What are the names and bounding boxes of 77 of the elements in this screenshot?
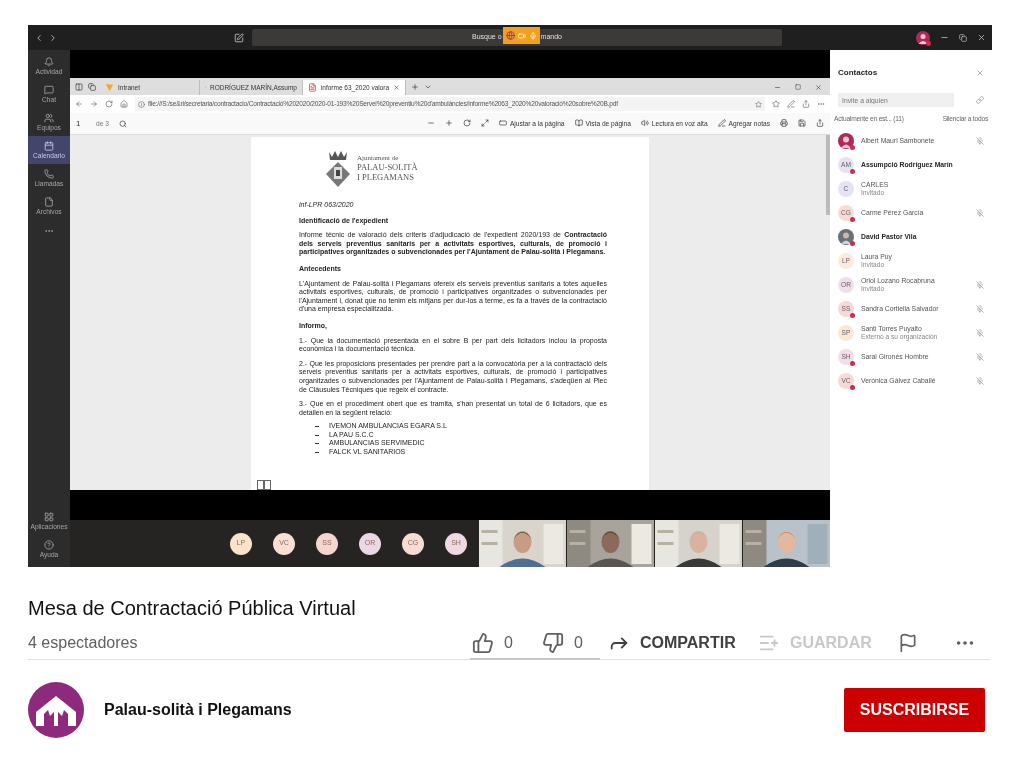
- thumbs-down-icon: [542, 631, 564, 654]
- list-dash: [315, 452, 319, 454]
- print-icon[interactable]: [780, 119, 788, 128]
- thumbs-up-icon: [472, 631, 494, 654]
- mic-off-icon: [976, 208, 984, 217]
- mic-off-icon: [976, 280, 984, 289]
- forward-icon[interactable]: [48, 32, 58, 43]
- pen-icon[interactable]: [787, 100, 795, 108]
- page-thumbnail-icon: [257, 480, 271, 490]
- restore-icon[interactable]: [959, 33, 967, 42]
- people-icon: [44, 112, 54, 123]
- page-number-field[interactable]: 1: [76, 117, 88, 130]
- chat-icon: [44, 84, 54, 95]
- tabs-aside-icon[interactable]: [88, 83, 96, 91]
- camera-icon: [517, 31, 526, 40]
- back-icon[interactable]: [75, 100, 83, 108]
- browser-icon: [505, 31, 515, 40]
- mic-off-icon: [976, 136, 984, 145]
- channel-name[interactable]: Palau-solità i Plegamans: [104, 698, 292, 722]
- like-button[interactable]: 0: [472, 630, 542, 655]
- close-icon[interactable]: [815, 84, 822, 91]
- channel-logo[interactable]: [28, 682, 84, 738]
- mic-off-icon: [976, 304, 984, 313]
- list-dash: [315, 443, 319, 445]
- info-icon: [138, 100, 145, 108]
- rotate-icon[interactable]: [462, 119, 471, 128]
- logo-text: PALAU-SOLITÀ: [357, 162, 418, 172]
- bell-icon: [44, 56, 54, 67]
- save-icon[interactable]: [798, 119, 806, 128]
- forward-icon[interactable]: [90, 100, 98, 108]
- favorites-icon[interactable]: [772, 100, 780, 108]
- list-dash: [315, 426, 319, 428]
- video-title: Mesa de Contractació Pública Virtual: [28, 596, 357, 621]
- avatar: [838, 228, 854, 245]
- compose-icon[interactable]: [234, 32, 244, 43]
- share-button[interactable]: COMPARTIR: [608, 630, 758, 655]
- file-icon: [44, 196, 54, 207]
- search-icon[interactable]: [118, 119, 127, 128]
- share-icon[interactable]: [816, 119, 824, 128]
- avatar: [838, 132, 854, 149]
- pdf-icon: [308, 83, 317, 92]
- speaker-icon: [640, 119, 649, 128]
- help-icon: [44, 539, 54, 550]
- maximize-icon[interactable]: [795, 84, 801, 90]
- mic-off-icon: [976, 352, 984, 361]
- list-dash: [315, 434, 319, 436]
- mic-icon: [528, 31, 537, 40]
- dislike-button[interactable]: 0: [542, 630, 608, 655]
- favorite-icon[interactable]: [755, 100, 762, 108]
- page-view-icon: [574, 119, 583, 128]
- user-avatar-icon[interactable]: [916, 30, 930, 45]
- chevron-down-icon[interactable]: [424, 83, 432, 91]
- subscribe-button[interactable]: SUSCRIBIRSE: [844, 688, 985, 732]
- phone-icon: [44, 168, 54, 179]
- logo-text: I PLEGAMANS: [357, 172, 415, 182]
- more-icon[interactable]: [817, 100, 825, 108]
- close-tab-icon[interactable]: [393, 84, 400, 91]
- view-count: 4 espectadores: [28, 632, 138, 653]
- fit-page-icon: [498, 119, 507, 128]
- tab-actions-icon[interactable]: [75, 83, 83, 91]
- new-tab-icon[interactable]: [411, 83, 419, 91]
- mic-off-icon: [976, 376, 984, 385]
- home-icon[interactable]: [120, 100, 128, 108]
- flag-icon[interactable]: [898, 632, 918, 653]
- share-icon[interactable]: [802, 100, 810, 108]
- link-icon[interactable]: [976, 96, 984, 104]
- back-icon[interactable]: [34, 32, 44, 43]
- pen-icon: [717, 119, 726, 128]
- refresh-icon[interactable]: [105, 100, 113, 108]
- zoom-in-icon[interactable]: [444, 119, 453, 128]
- panel-title: Contactos: [838, 67, 878, 79]
- fullscreen-icon[interactable]: [480, 119, 489, 128]
- site-logo-icon: [105, 83, 114, 92]
- minimize-icon[interactable]: [774, 84, 781, 91]
- calendar-icon: [44, 140, 54, 151]
- apps-icon: [44, 511, 54, 522]
- mic-off-icon: [976, 328, 984, 337]
